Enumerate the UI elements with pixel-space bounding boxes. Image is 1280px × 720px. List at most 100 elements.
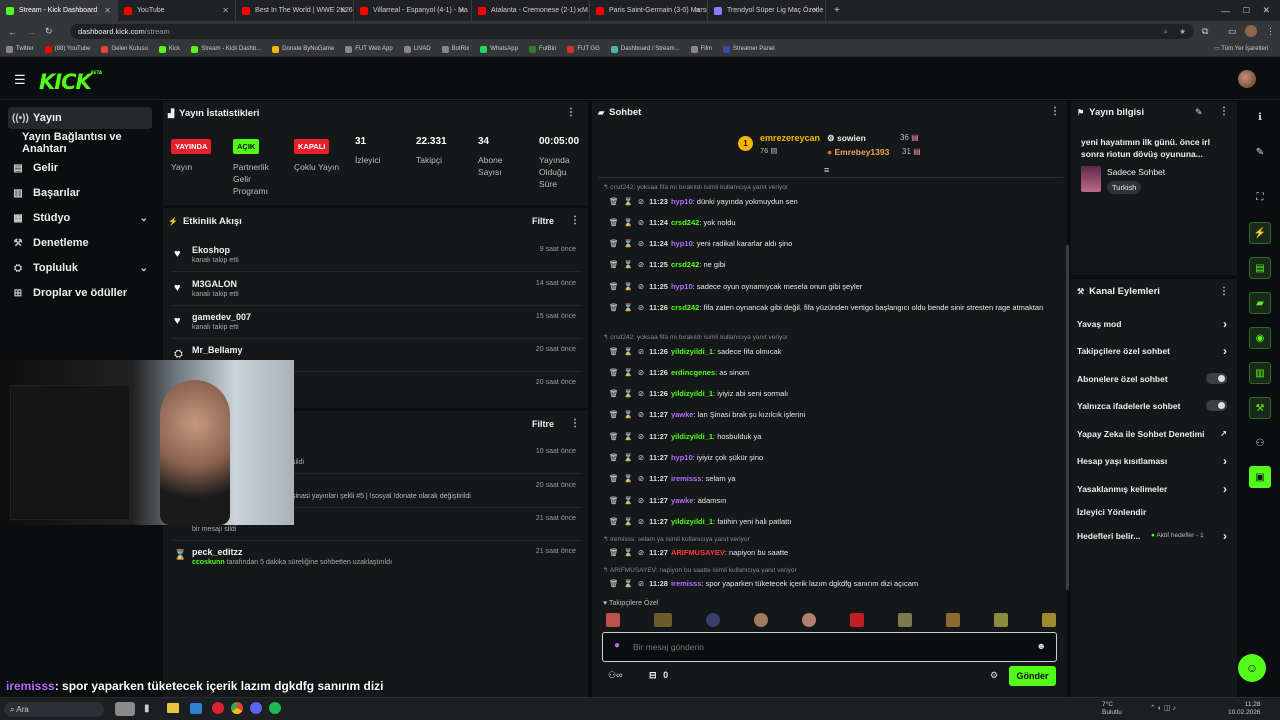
close-tab-icon[interactable]: ✕ <box>812 6 819 15</box>
ai-moderation-row[interactable]: Yapay Zeka ile Sohbet Denetimi ↗ <box>1077 429 1231 439</box>
lightning-icon[interactable]: ⚡ <box>1249 222 1271 244</box>
modlog-filter-button[interactable]: Filtre <box>532 419 554 429</box>
bookmark-item[interactable]: Gelen Kutusu <box>101 45 148 53</box>
mod-action-icons[interactable]: 🗑⌛⊘ <box>609 410 649 419</box>
edit-stream-info-icon[interactable]: ✎ <box>1195 107 1203 118</box>
chat-username[interactable]: erdincgenes <box>671 368 715 377</box>
chat-username[interactable]: crsd242 <box>671 218 699 227</box>
chat-username[interactable]: hyp10 <box>671 282 693 291</box>
emote[interactable] <box>850 613 864 627</box>
back-icon[interactable]: ← <box>8 27 17 37</box>
close-tab-icon[interactable]: ✕ <box>340 6 347 15</box>
chat-username[interactable]: hyp10 <box>671 197 693 206</box>
chrome-icon[interactable] <box>231 702 243 714</box>
browser-tab[interactable]: Atalanta - Cremonese (2-1) - M ✕ <box>472 0 590 21</box>
browser-tab[interactable]: Stream - Kick Dashboard ✕ <box>0 0 118 21</box>
sidebar-item-denetleme[interactable]: ⚒ Denetleme <box>8 232 152 254</box>
emote[interactable] <box>898 613 912 627</box>
mod-action-icons[interactable]: 🗑⌛⊘ <box>609 260 649 269</box>
chat-icon[interactable]: ▰ <box>1249 292 1271 314</box>
activity-filter-button[interactable]: Filtre <box>532 216 554 226</box>
profile-icon[interactable] <box>1245 25 1257 37</box>
followers-only-row[interactable]: Takipçilere özel sohbet › <box>1077 344 1231 358</box>
chat-input-box[interactable]: ● ☻ <box>602 632 1057 662</box>
chat-users-icon[interactable]: ⚇∞ <box>608 670 622 681</box>
mod-action-icons[interactable]: 🗑⌛⊘ <box>609 548 649 557</box>
category-name[interactable]: Sadece Sohbet <box>1107 167 1165 177</box>
close-window-button[interactable]: ✕ <box>1262 5 1270 16</box>
bookmark-item[interactable]: FUT Web App <box>345 45 393 53</box>
emote[interactable] <box>802 613 816 627</box>
maximize-button[interactable]: ☐ <box>1243 6 1250 15</box>
bookmark-item[interactable]: Kick <box>158 45 180 53</box>
bookmark-item[interactable]: Twitter <box>6 45 34 53</box>
kick-logo[interactable]: KICKBETA <box>39 70 102 94</box>
forward-icon[interactable]: → <box>27 27 36 37</box>
mod-action-icons[interactable]: 🗑⌛⊘ <box>609 303 649 312</box>
system-tray[interactable]: ⌃ ◐ ◫ ♪ <box>1150 704 1176 712</box>
info-icon[interactable]: ℹ <box>1249 106 1271 128</box>
opera-icon[interactable] <box>212 702 224 714</box>
chat-username[interactable]: yildizyildi_1 <box>671 389 713 398</box>
mod-action-icons[interactable]: 🗑⌛⊘ <box>609 432 649 441</box>
pen-icon[interactable]: ✎ <box>1249 141 1271 163</box>
all-bookmarks[interactable]: ▭ Tüm Yer İşaretleri <box>1214 45 1268 52</box>
bookmark-item[interactable]: WhatsApp <box>480 45 518 53</box>
chest-icon[interactable]: ▥ <box>1249 362 1271 384</box>
close-tab-icon[interactable]: ✕ <box>576 6 583 15</box>
chat-username[interactable]: yawke <box>671 410 694 419</box>
bookmark-item[interactable]: Donate ByNoGame <box>272 45 334 53</box>
emote-only-toggle[interactable] <box>1206 400 1227 411</box>
chat-username[interactable]: ARIFMUSAYEV <box>671 548 725 557</box>
account-age-row[interactable]: Hesap yaşı kısıtlaması › <box>1077 454 1231 468</box>
chat-username[interactable]: yildizyildi_1 <box>671 432 713 441</box>
bookmark-item[interactable]: Streamer Panel <box>722 45 775 53</box>
pinned-app-icon[interactable] <box>190 703 202 714</box>
bookmark-item[interactable]: FutBin <box>528 45 556 53</box>
bookmark-star-icon[interactable]: ★ <box>1179 27 1186 36</box>
close-tab-icon[interactable]: ✕ <box>458 6 465 15</box>
chat-username[interactable]: crsd242 <box>671 303 699 312</box>
mod-action-icons[interactable]: 🗑⌛⊘ <box>609 347 649 356</box>
sidebar-item-stream-key[interactable]: Yayın Bağlantısı ve Anahtarı <box>8 131 152 155</box>
subscribers-only-toggle[interactable] <box>1206 373 1227 384</box>
new-tab-button[interactable]: + <box>834 5 840 16</box>
sidebar-item-studyo[interactable]: ▦ Stüdyo ⌄ <box>8 207 152 229</box>
bookmark-item[interactable]: LIVAD <box>403 45 431 53</box>
chat-input[interactable] <box>633 640 1013 654</box>
mod-action-icons[interactable]: 🗑⌛⊘ <box>609 368 649 377</box>
banned-words-row[interactable]: Yasaklanmış kelimeler › <box>1077 482 1231 496</box>
sidepanel-icon[interactable]: ▭ <box>1228 26 1237 37</box>
mod-action-icons[interactable]: 🗑⌛⊘ <box>609 453 649 462</box>
browser-tab[interactable]: Best In The World | WWE 2K26 ✕ <box>236 0 354 21</box>
bookmark-item[interactable]: Film <box>690 45 712 53</box>
zoom-icon[interactable]: ⌕ <box>1164 27 1168 37</box>
chat-username[interactable]: hyp10 <box>671 453 693 462</box>
chat-username[interactable]: yawke <box>671 496 694 505</box>
taskbar-app-icon[interactable] <box>115 702 135 716</box>
wrench-icon[interactable]: ⚒ <box>1249 397 1271 419</box>
stats-menu-icon[interactable]: ⋮ <box>566 107 576 118</box>
emote[interactable] <box>606 613 620 627</box>
bookmark-item[interactable]: (88) YouTube <box>44 45 90 53</box>
mod-action-icons[interactable]: 🗑⌛⊘ <box>609 517 649 526</box>
channel-actions-menu-icon[interactable]: ⋮ <box>1219 286 1229 297</box>
close-tab-icon[interactable]: ✕ <box>104 6 111 15</box>
clipboard-icon[interactable]: ▤ <box>1249 257 1271 279</box>
sidebar-item-droplar[interactable]: ⊞ Droplar ve ödüller <box>8 282 152 304</box>
user-avatar[interactable] <box>1238 70 1256 88</box>
mod-action-icons[interactable]: 🗑⌛⊘ <box>609 579 649 588</box>
raid-row[interactable]: İzleyici Yönlendir <box>1077 507 1231 517</box>
slow-mode-row[interactable]: Yavaş mod › <box>1077 317 1231 331</box>
chat-gift-counter[interactable]: ⊟ 0 <box>649 670 668 681</box>
microphone-icon[interactable]: ● <box>614 640 620 651</box>
bookmark-item[interactable]: BotRix <box>441 45 469 53</box>
stream-info-menu-icon[interactable]: ⋮ <box>1219 106 1229 117</box>
bookmark-item[interactable]: Dashboard / Stream... <box>610 45 680 53</box>
sidebar-item-gelir[interactable]: ▤ Gelir <box>8 157 152 179</box>
address-field[interactable]: dashboard.kick.com/stream ⌕ ★ <box>70 24 1194 39</box>
clock[interactable]: 11:28 10.02.2026 <box>1228 701 1261 717</box>
activity-menu-icon[interactable]: ⋮ <box>570 215 580 226</box>
app-thumbnail-icon[interactable]: ▣ <box>1249 466 1271 488</box>
modlog-menu-icon[interactable]: ⋮ <box>570 418 580 429</box>
